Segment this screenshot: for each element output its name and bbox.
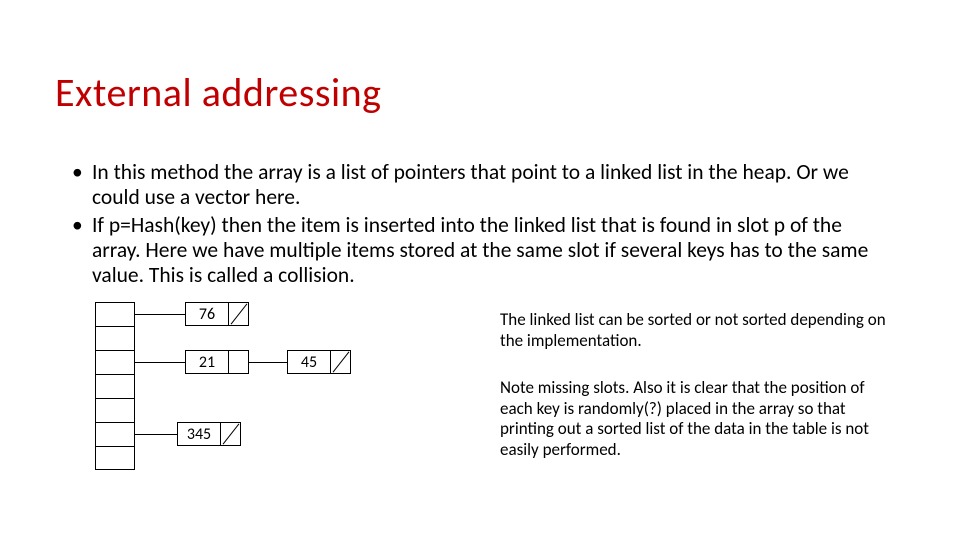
bullet-dot-icon: •: [72, 213, 92, 289]
null-pointer-icon: [331, 350, 351, 374]
side-note: Note missing slots. Also it is clear tha…: [500, 378, 900, 461]
array-slot: [95, 326, 135, 350]
list-node: 345: [177, 422, 241, 446]
pointer-link: [135, 314, 185, 315]
bullet-dot-icon: •: [72, 160, 92, 211]
node-value: 21: [185, 350, 229, 374]
hash-table-diagram: 76 21 45 345: [95, 302, 355, 502]
node-value: 345: [177, 422, 221, 446]
bullet-item: • In this method the array is a list of …: [72, 160, 892, 211]
array-slot: [95, 374, 135, 398]
slide: External addressing • In this method the…: [0, 0, 960, 540]
array-slot: [95, 302, 135, 326]
pointer-link: [135, 362, 185, 363]
array-slots: [95, 302, 135, 470]
pointer-link: [249, 362, 287, 363]
node-value: 76: [185, 302, 229, 326]
bullet-item: • If p=Hash(key) then the item is insert…: [72, 213, 892, 289]
list-node: 76: [185, 302, 249, 326]
array-slot: [95, 398, 135, 422]
array-slot: [95, 446, 135, 470]
null-pointer-icon: [221, 422, 241, 446]
bullet-text: In this method the array is a list of po…: [92, 160, 892, 211]
node-value: 45: [287, 350, 331, 374]
slide-title: External addressing: [55, 68, 382, 117]
bullet-list: • In this method the array is a list of …: [72, 160, 892, 291]
side-note: The linked list can be sorted or not sor…: [500, 310, 900, 351]
array-slot: [95, 422, 135, 446]
pointer-link: [135, 434, 177, 435]
array-slot: [95, 350, 135, 374]
bullet-text: If p=Hash(key) then the item is inserted…: [92, 213, 892, 289]
node-next-pointer: [229, 350, 249, 374]
null-pointer-icon: [229, 302, 249, 326]
list-node: 21: [185, 350, 249, 374]
list-node: 45: [287, 350, 351, 374]
